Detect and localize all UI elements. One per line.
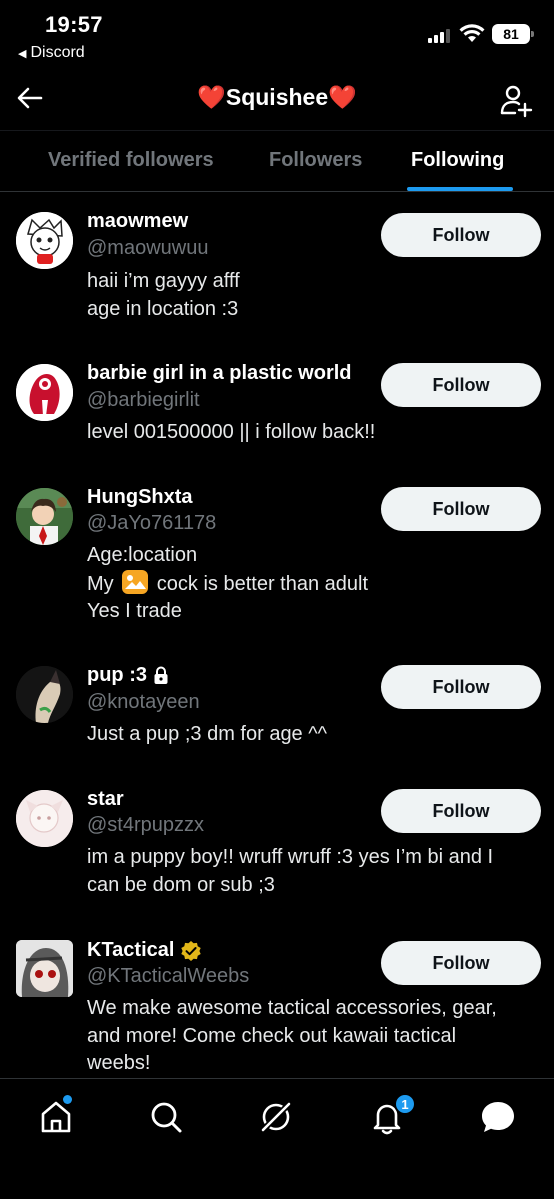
follow-tabs: Verified followers Followers Following	[0, 130, 554, 192]
user-handle: @KTacticalWeebs	[87, 965, 250, 987]
grok-icon[interactable]	[256, 1097, 296, 1137]
follow-button[interactable]: Follow	[381, 213, 541, 257]
avatar[interactable]	[16, 212, 73, 269]
search-icon[interactable]	[146, 1097, 186, 1137]
tab-followers[interactable]: Followers	[269, 149, 362, 172]
user-name[interactable]: pup :3	[87, 664, 169, 687]
cellular-signal-icon	[428, 27, 450, 43]
status-bar: 19:57 ◀ Discord 81	[0, 0, 554, 66]
back-triangle-icon: ◀	[18, 47, 27, 60]
avatar-image	[16, 488, 73, 545]
follow-button[interactable]: Follow	[381, 941, 541, 985]
avatar[interactable]	[16, 666, 73, 723]
user-name[interactable]: HungShxta	[87, 486, 193, 509]
tab-verified-followers[interactable]: Verified followers	[48, 149, 214, 172]
image-emoji-icon	[122, 569, 149, 594]
verified-badge-icon	[181, 940, 202, 961]
heart-icon: ❤️	[197, 84, 226, 110]
avatar-image	[16, 940, 73, 997]
bottom-navigation: 1	[0, 1078, 554, 1199]
user-handle: @knotayeen	[87, 691, 200, 713]
avatar-image	[16, 364, 73, 421]
user-name[interactable]: star	[87, 788, 124, 811]
battery-indicator: 81	[492, 24, 534, 44]
user-handle: @maowuwuu	[87, 237, 209, 259]
user-handle: @barbiegirlit	[87, 389, 200, 411]
lock-icon	[154, 666, 168, 684]
avatar-image	[16, 666, 73, 723]
add-user-icon[interactable]	[498, 82, 534, 118]
user-bio: haii i’m gayyy afff age in location :3	[87, 270, 240, 320]
heart-icon: ❤️	[328, 84, 357, 110]
wifi-icon	[459, 24, 485, 42]
follow-button[interactable]: Follow	[381, 665, 541, 709]
avatar-image	[16, 790, 73, 847]
avatar[interactable]	[16, 488, 73, 545]
user-bio: im a puppy boy!! wruff wruff :3 yes I’m …	[87, 846, 494, 896]
profile-name: Squishee	[225, 84, 329, 110]
user-bio: level 001500000 || i follow back!!	[87, 421, 376, 443]
home-notification-dot	[63, 1095, 72, 1104]
messages-bubble-icon[interactable]	[478, 1097, 518, 1137]
notification-count-badge: 1	[394, 1093, 416, 1115]
user-name[interactable]: barbie girl in a plastic world	[87, 362, 352, 385]
avatar[interactable]	[16, 790, 73, 847]
profile-header: ❤️Squishee❤️	[0, 70, 554, 128]
tab-following[interactable]: Following	[411, 149, 504, 172]
follow-button[interactable]: Follow	[381, 789, 541, 833]
back-app-label: Discord	[30, 44, 85, 61]
follow-button[interactable]: Follow	[381, 363, 541, 407]
active-tab-indicator	[407, 187, 513, 191]
status-time: 19:57	[45, 12, 103, 37]
user-bio: Just a pup ;3 dm for age ^^	[87, 723, 328, 745]
user-bio: Age:location My cock is better than adul…	[87, 544, 369, 622]
user-handle: @JaYo761178	[87, 512, 217, 534]
user-bio: We make awesome tactical accessories, ge…	[87, 997, 497, 1074]
user-name[interactable]: KTactical	[87, 939, 202, 962]
user-handle: @st4rpupzzx	[87, 814, 205, 836]
avatar[interactable]	[16, 364, 73, 421]
avatar[interactable]	[16, 940, 73, 997]
follow-button[interactable]: Follow	[381, 487, 541, 531]
page-title: ❤️Squishee❤️	[0, 84, 554, 111]
user-name[interactable]: maowmew	[87, 210, 188, 233]
avatar-image	[16, 212, 73, 269]
back-to-app-link[interactable]: ◀ Discord	[18, 44, 85, 62]
